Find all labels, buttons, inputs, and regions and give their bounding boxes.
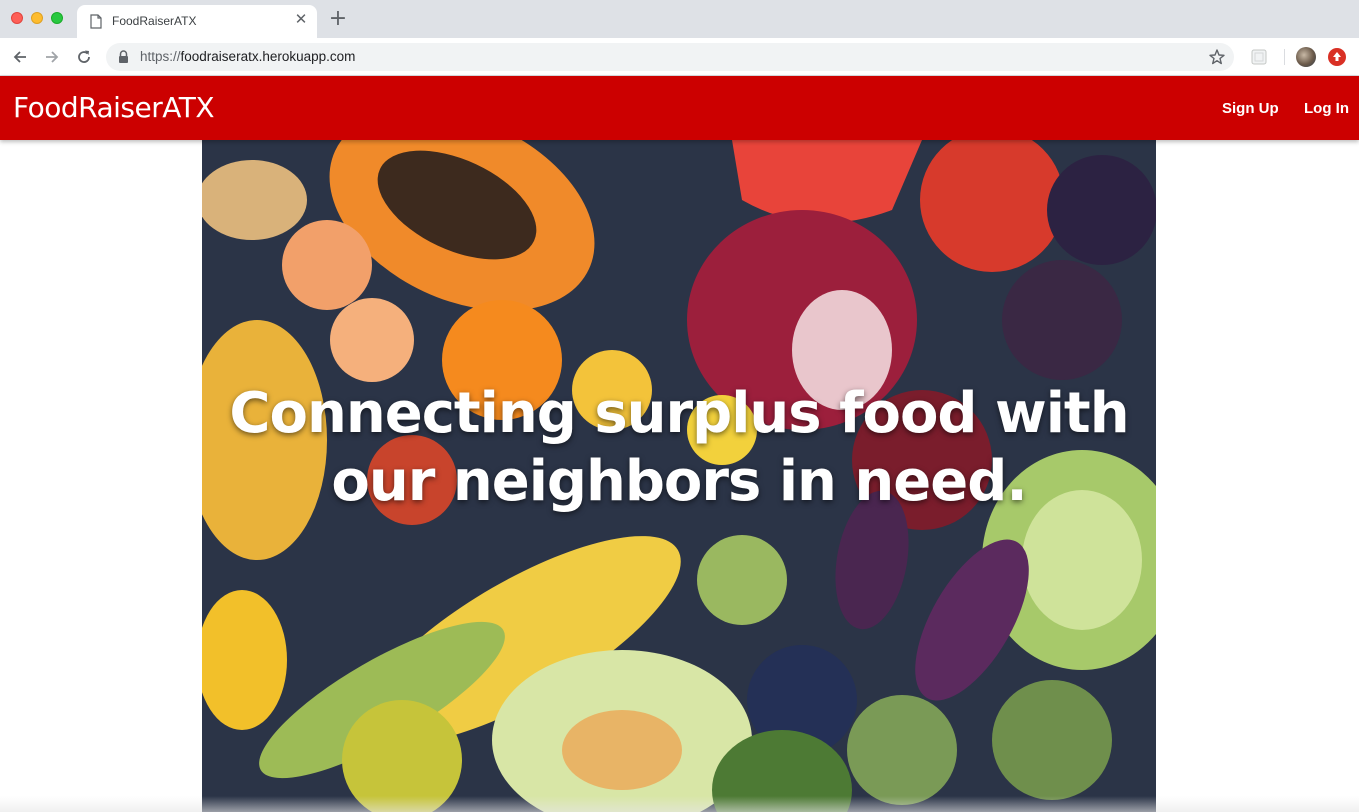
- avatar[interactable]: [1296, 47, 1316, 67]
- page-icon: [90, 14, 102, 29]
- browser-toolbar: https://foodraiseratx.herokuapp.com: [0, 38, 1359, 76]
- forward-arrow-icon[interactable]: [41, 46, 63, 68]
- brand-logo-link[interactable]: FoodRaiserATX: [13, 91, 215, 124]
- site-navbar: FoodRaiserATX Sign Up Log In: [0, 76, 1359, 140]
- close-tab-icon[interactable]: ✕: [293, 12, 309, 28]
- star-icon[interactable]: [1208, 48, 1226, 66]
- update-icon[interactable]: [1328, 48, 1346, 66]
- browser-tab[interactable]: FoodRaiserATX ✕: [77, 5, 317, 38]
- toolbar-divider: [1284, 49, 1285, 65]
- extension-icon[interactable]: [1249, 47, 1269, 67]
- hero-section: Connecting surplus food with our neighbo…: [202, 140, 1156, 812]
- new-tab-button[interactable]: +: [328, 8, 348, 30]
- tab-title: FoodRaiserATX: [112, 14, 197, 28]
- url-host: foodraiseratx.herokuapp.com: [180, 49, 356, 64]
- address-bar[interactable]: https://foodraiseratx.herokuapp.com: [106, 43, 1234, 71]
- log-in-link[interactable]: Log In: [1304, 100, 1349, 117]
- browser-tab-bar: FoodRaiserATX ✕ +: [0, 0, 1359, 38]
- url-text: https://foodraiseratx.herokuapp.com: [140, 49, 355, 64]
- lock-icon: [119, 50, 128, 63]
- back-arrow-icon[interactable]: [9, 46, 31, 68]
- hero-headline: Connecting surplus food with our neighbo…: [229, 381, 1129, 514]
- reload-icon[interactable]: [73, 46, 95, 68]
- close-window-button[interactable]: [11, 12, 23, 24]
- url-scheme: https://: [140, 49, 181, 64]
- maximize-window-button[interactable]: [51, 12, 63, 24]
- sign-up-link[interactable]: Sign Up: [1222, 100, 1279, 117]
- minimize-window-button[interactable]: [31, 12, 43, 24]
